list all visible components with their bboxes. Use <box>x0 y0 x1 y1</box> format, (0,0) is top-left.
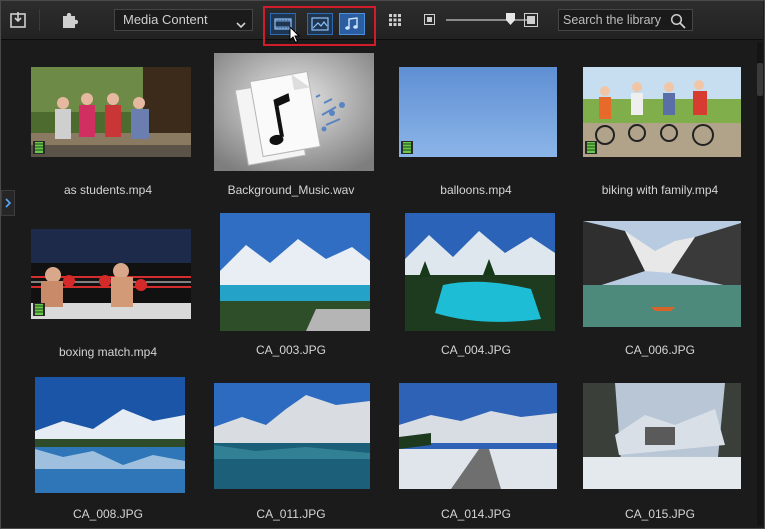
media-item-name: boxing match.mp4 <box>58 345 158 359</box>
search-icon[interactable] <box>670 13 686 35</box>
media-item[interactable]: CA_004.JPG <box>391 201 561 357</box>
import-media-icon[interactable] <box>7 9 31 31</box>
media-content-dropdown[interactable]: Media Content <box>114 9 253 31</box>
media-item[interactable]: boxing match.mp4 <box>23 215 193 365</box>
large-thumb-icon <box>524 13 538 27</box>
media-item-name: CA_014.JPG <box>440 507 512 521</box>
video-file-icon <box>401 141 413 154</box>
dropdown-label: Media Content <box>123 12 208 27</box>
video-thumbnail <box>23 53 193 177</box>
small-thumb-icon <box>424 14 435 25</box>
library-toolbar: Media Content Search the library <box>1 1 763 46</box>
media-item[interactable]: CA_015.JPG <box>575 365 745 521</box>
video-file-icon <box>33 141 45 154</box>
media-item[interactable]: CA_008.JPG <box>23 365 193 521</box>
image-thumbnail <box>575 365 745 489</box>
video-thumbnail <box>23 215 193 339</box>
slider-thumb[interactable] <box>506 13 515 25</box>
media-item-name: CA_011.JPG <box>256 507 326 521</box>
image-thumbnail <box>206 365 376 489</box>
media-item-name: biking with family.mp4 <box>601 183 719 197</box>
plugin-puzzle-icon[interactable] <box>57 9 83 31</box>
library-search-input[interactable]: Search the library <box>558 9 693 31</box>
media-item[interactable]: CA_014.JPG <box>391 365 561 521</box>
video-thumbnail <box>391 53 561 177</box>
slider-track <box>446 19 531 21</box>
media-item[interactable]: balloons.mp4 <box>391 53 561 203</box>
image-thumbnail <box>575 201 745 327</box>
image-thumbnail <box>391 365 561 489</box>
media-item-name: CA_015.JPG <box>624 507 696 521</box>
media-item-name: as students.mp4 <box>63 183 153 197</box>
media-item-name: CA_004.JPG <box>440 343 512 357</box>
image-filter-icon[interactable] <box>307 13 333 35</box>
video-thumbnail <box>575 53 745 177</box>
media-item-name: CA_008.JPG <box>72 507 144 521</box>
chevron-right-icon <box>5 198 12 208</box>
chevron-down-icon <box>236 15 246 35</box>
image-thumbnail <box>23 365 193 493</box>
audio-thumbnail <box>206 53 376 177</box>
media-item-name: CA_003.JPG <box>255 343 327 357</box>
view-grid-icon[interactable] <box>387 9 403 31</box>
mouse-cursor-icon <box>289 26 301 44</box>
media-item[interactable]: CA_003.JPG <box>206 201 376 357</box>
media-item[interactable]: CA_011.JPG <box>206 365 376 521</box>
media-item-name: balloons.mp4 <box>440 183 512 197</box>
thumbnail-size-slider[interactable] <box>414 9 550 31</box>
expand-panel-handle[interactable] <box>1 190 15 216</box>
media-filter-group <box>263 6 376 46</box>
media-item-name: CA_006.JPG <box>624 343 696 357</box>
audio-filter-icon[interactable] <box>339 13 365 35</box>
media-item[interactable]: CA_006.JPG <box>575 201 745 357</box>
library-scrollbar[interactable] <box>757 42 763 526</box>
toolbar-divider <box>39 9 40 31</box>
media-item[interactable]: biking with family.mp4 <box>575 53 745 203</box>
image-thumbnail <box>391 201 561 331</box>
media-item-name: Background_Music.wav <box>227 183 355 197</box>
video-file-icon <box>585 141 597 154</box>
search-placeholder: Search the library <box>563 13 661 27</box>
media-item[interactable]: Background_Music.wav <box>206 53 376 203</box>
scrollbar-thumb[interactable] <box>757 63 763 96</box>
media-item[interactable]: as students.mp4 <box>23 53 193 203</box>
video-file-icon <box>33 303 45 316</box>
image-thumbnail <box>206 201 376 331</box>
